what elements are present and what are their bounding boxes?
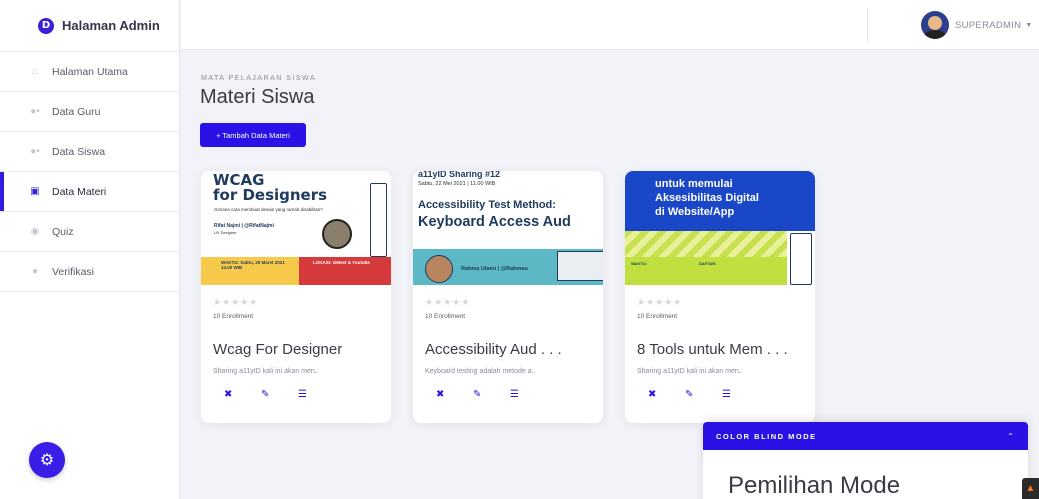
brand-logo-letter: D bbox=[41, 20, 51, 31]
course-card[interactable]: untuk memulai Aksesibilitas Digital di Web… bbox=[625, 171, 815, 423]
thumb-date: Sabtu, 22 Mei 2021 | 11.00 WIB bbox=[418, 181, 496, 187]
chalkboard-icon: ▣ bbox=[30, 186, 40, 197]
card-description: Sharing a11yID kali ini akan men.. bbox=[213, 368, 319, 375]
edit-icon[interactable]: ✎ bbox=[261, 389, 298, 400]
sidebar-item-label: Data Siswa bbox=[52, 145, 106, 158]
thumb-location-label: LOKASI: GMeet & Youtube bbox=[313, 260, 370, 265]
card-actions: ✖ ✎ ☰ bbox=[425, 389, 591, 400]
card-title: Wcag For Designer bbox=[213, 341, 343, 358]
thumb-register-label: DAFTAR: bbox=[699, 261, 717, 266]
thumb-heading-line: for Designers bbox=[213, 186, 328, 204]
delete-icon[interactable]: ✖ bbox=[436, 389, 473, 400]
course-thumbnail: a11yID Sharing #12 Sabtu, 22 Mei 2021 | … bbox=[413, 171, 603, 285]
brand-title: Halaman Admin bbox=[62, 18, 160, 33]
topbar: SUPERADMIN ▼ bbox=[181, 0, 1039, 50]
card-description: Sharing a11yID kali ini akan men.. bbox=[637, 368, 743, 375]
card-body: ★★★★★ 10 Enrollment Accessibility Aud . … bbox=[413, 285, 603, 408]
sidebar-item-quiz[interactable]: ◉ Quiz bbox=[0, 212, 179, 252]
caret-down-icon: ▼ bbox=[1025, 21, 1033, 29]
user-name: SUPERADMIN bbox=[955, 19, 1022, 31]
gear-icon: ⚙ bbox=[39, 452, 55, 469]
thumb-subtitle: Gimana cara membuat desain yang ramah di… bbox=[214, 207, 323, 212]
color-blind-panel-header[interactable]: COLOR BLIND MODE ⌃ bbox=[703, 422, 1028, 450]
users-icon: ●• bbox=[30, 146, 40, 157]
sidebar-item-label: Halaman Utama bbox=[52, 65, 128, 78]
enrollment-count: 10 Enrollment bbox=[213, 313, 254, 320]
circle-icon: ● bbox=[31, 266, 39, 277]
thumb-heading-line: di Website/App bbox=[655, 206, 735, 218]
page-eyebrow: MATA PELAJARAN SISWA bbox=[201, 75, 317, 82]
sidebar-item-label: Quiz bbox=[52, 225, 74, 238]
enrollment-count: 10 Enrollment bbox=[637, 313, 678, 320]
thumb-role: UX Designer bbox=[214, 230, 237, 235]
card-title: 8 Tools untuk Mem . . . bbox=[637, 341, 788, 358]
sidebar-item-verifikasi[interactable]: ● Verifikasi bbox=[0, 252, 179, 292]
edit-icon[interactable]: ✎ bbox=[685, 389, 722, 400]
card-body: ★★★★★ 10 Enrollment Wcag For Designer Sh… bbox=[201, 285, 391, 408]
thumb-heading-line: Accessibility Test Method: bbox=[418, 199, 556, 211]
thumb-heading-line: Aksesibilitas Digital bbox=[655, 192, 759, 204]
delete-icon[interactable]: ✖ bbox=[224, 389, 261, 400]
speaker-photo bbox=[425, 255, 453, 283]
sidebar-nav: ⌂ Halaman Utama ●• Data Guru ●• Data Sis… bbox=[0, 52, 179, 292]
card-actions: ✖ ✎ ☰ bbox=[637, 389, 803, 400]
thumb-speaker: Rahma Utami | @Rahmau bbox=[461, 266, 528, 272]
color-blind-panel-title: COLOR BLIND MODE bbox=[716, 431, 817, 441]
course-card[interactable]: a11yID Sharing #12 Sabtu, 22 Mei 2021 | … bbox=[413, 171, 603, 423]
speaker-photo bbox=[322, 219, 352, 249]
sidebar-item-halaman-utama[interactable]: ⌂ Halaman Utama bbox=[0, 52, 179, 92]
rating-stars: ★★★★★ bbox=[425, 297, 471, 307]
color-blind-panel: COLOR BLIND MODE ⌃ Pemilihan Mode bbox=[703, 422, 1028, 499]
list-icon[interactable]: ☰ bbox=[722, 389, 759, 400]
course-thumbnail: untuk memulai Aksesibilitas Digital di Web… bbox=[625, 171, 815, 285]
thumb-heading-line: untuk memulai bbox=[655, 178, 733, 190]
enrollment-count: 10 Enrollment bbox=[425, 313, 466, 320]
thumb-time-label: WAKTU: bbox=[631, 261, 647, 266]
keyboard-illustration bbox=[557, 251, 603, 281]
list-icon[interactable]: ☰ bbox=[298, 389, 335, 400]
sidebar-item-data-siswa[interactable]: ●• Data Siswa bbox=[0, 132, 179, 172]
list-icon[interactable]: ☰ bbox=[510, 389, 547, 400]
card-actions: ✖ ✎ ☰ bbox=[213, 389, 379, 400]
thumb-heading-top: a11yID Sharing #12 bbox=[418, 171, 501, 179]
brand-logo-icon: D bbox=[38, 17, 54, 34]
thumb-stripe bbox=[625, 231, 787, 257]
sidebar-item-label: Data Materi bbox=[52, 185, 107, 198]
thumb-side-panel bbox=[790, 233, 812, 285]
thumb-time-label: WAKTU: Sabtu, 20 Maret 2021 14.00 WIB bbox=[221, 260, 285, 270]
edit-icon[interactable]: ✎ bbox=[473, 389, 510, 400]
thumb-heading: untuk memulai Aksesibilitas Digital di Web… bbox=[655, 177, 759, 219]
sidebar-item-data-materi[interactable]: ▣ Data Materi bbox=[0, 172, 179, 212]
course-card[interactable]: WCAG for Designers Gimana cara membuat de… bbox=[201, 171, 391, 423]
thumb-heading: WCAG for Designers bbox=[213, 173, 327, 203]
rating-stars: ★★★★★ bbox=[213, 297, 259, 307]
sidebar-item-label: Verifikasi bbox=[52, 265, 95, 278]
mode-selection-title: Pemilihan Mode bbox=[728, 472, 901, 499]
card-body: ★★★★★ 10 Enrollment 8 Tools untuk Mem . … bbox=[625, 285, 815, 408]
users-icon: ●• bbox=[30, 106, 40, 117]
sidebar: D Halaman Admin ⌂ Halaman Utama ●• Data … bbox=[0, 0, 180, 499]
user-menu[interactable]: SUPERADMIN ▼ bbox=[921, 11, 1032, 39]
chevron-up-icon[interactable]: ⌃ bbox=[1007, 432, 1014, 441]
home-icon: ⌂ bbox=[31, 66, 39, 77]
thumb-speaker: Rifat Najmi | @RifatNajmi bbox=[214, 223, 274, 229]
course-thumbnail: WCAG for Designers Gimana cara membuat de… bbox=[201, 171, 391, 285]
thumb-side-panel bbox=[370, 183, 387, 257]
add-materi-button[interactable]: + Tambah Data Materi bbox=[200, 123, 306, 147]
flame-icon[interactable]: ▲ bbox=[1022, 478, 1039, 499]
brand[interactable]: D Halaman Admin bbox=[0, 0, 179, 52]
page-title: Materi Siswa bbox=[200, 86, 315, 108]
eye-icon: ◉ bbox=[30, 226, 40, 237]
delete-icon[interactable]: ✖ bbox=[648, 389, 685, 400]
sidebar-item-data-guru[interactable]: ●• Data Guru bbox=[0, 92, 179, 132]
card-description: Keyboard testing adalah metode a.. bbox=[425, 368, 536, 375]
avatar bbox=[921, 11, 949, 39]
settings-button[interactable]: ⚙ bbox=[29, 442, 65, 478]
card-title: Accessibility Aud . . . bbox=[425, 341, 562, 358]
thumb-heading-line: Keyboard Access Aud bbox=[418, 214, 571, 230]
rating-stars: ★★★★★ bbox=[637, 297, 683, 307]
sidebar-item-label: Data Guru bbox=[52, 105, 101, 118]
topbar-divider bbox=[867, 8, 868, 42]
